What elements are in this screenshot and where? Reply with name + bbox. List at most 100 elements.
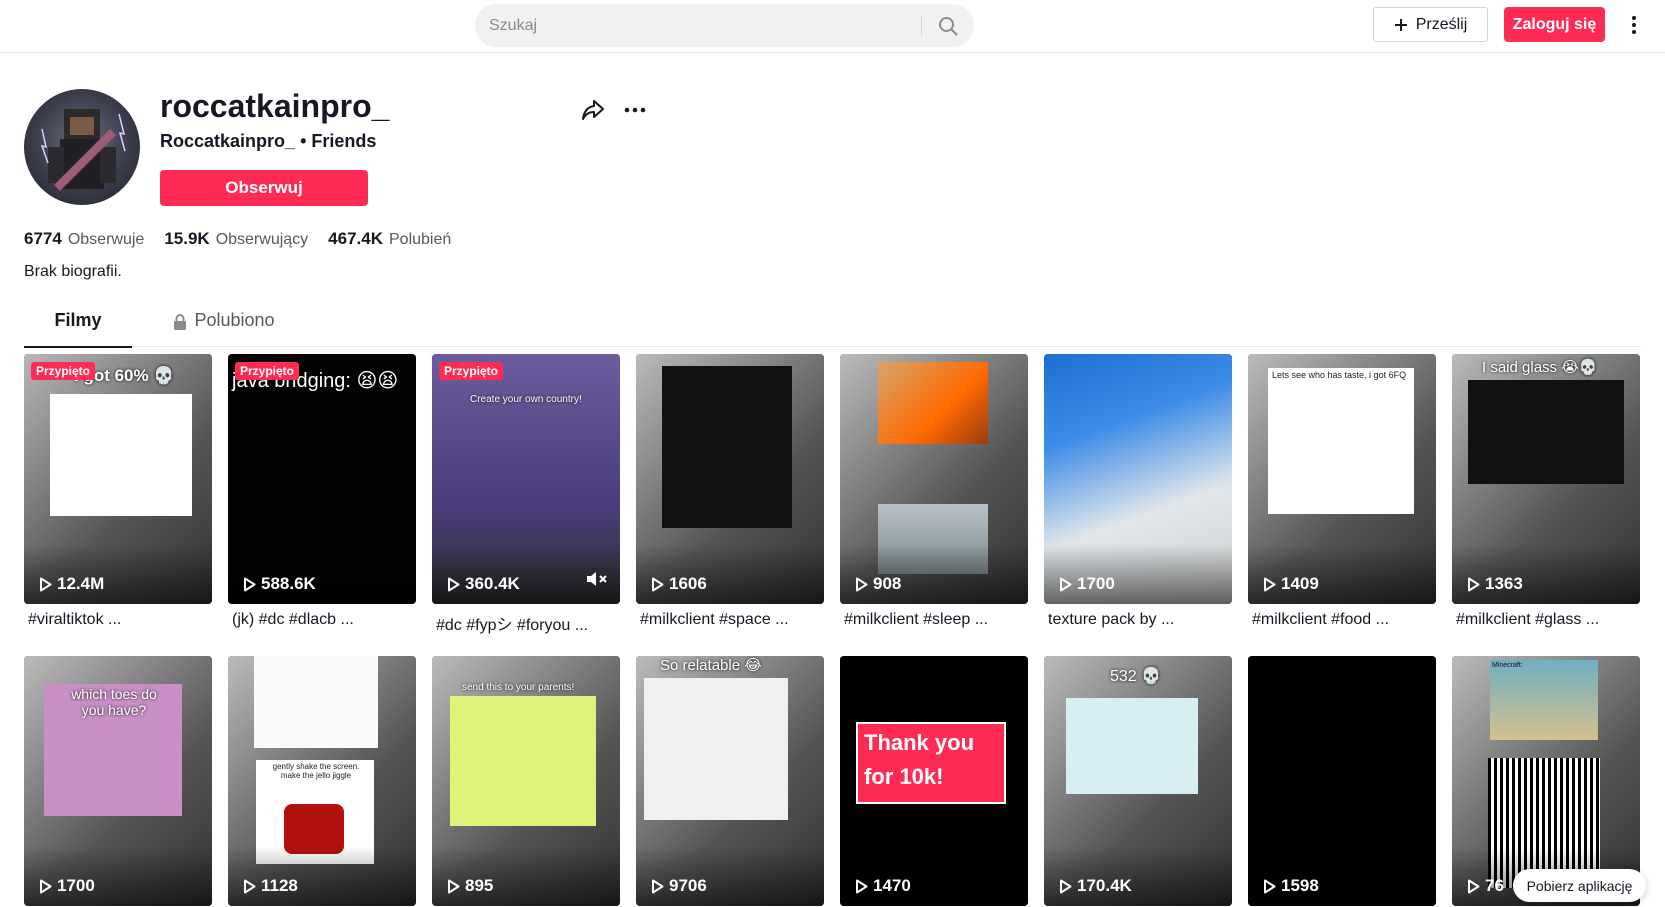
play-icon	[1264, 879, 1276, 893]
video-thumbnail[interactable]: I got 60% 💀 Przypięto 12.4M	[24, 354, 212, 604]
video-overlay-text: Lets see who has taste, i got 6FQ	[1272, 370, 1407, 380]
video-thumbnail[interactable]: java bridging: 😫😫 Przypięto 588.6K	[228, 354, 416, 604]
view-count-value: 1606	[669, 574, 707, 593]
view-count-value: 12.4M	[57, 574, 105, 593]
view-count: 12.4M	[39, 574, 104, 594]
pinned-badge: Przypięto	[235, 362, 300, 380]
download-app-label: Pobierz aplikację	[1526, 877, 1633, 894]
view-count-value: 908	[873, 574, 902, 593]
view-count-value: 588.6K	[261, 574, 316, 593]
play-icon	[1264, 577, 1276, 591]
video-caption[interactable]: #milkclient #space ...	[640, 611, 824, 629]
profile-bio: Brak biografii.	[24, 263, 122, 280]
play-icon	[244, 879, 256, 893]
share-button[interactable]	[580, 97, 606, 123]
view-count-value: 9706	[669, 876, 707, 895]
followers-stat[interactable]: 15.9K Obserwujący	[164, 229, 308, 249]
vertical-dots-icon	[1632, 16, 1636, 34]
view-count-value: 170.4K	[1077, 876, 1132, 895]
video-caption[interactable]: #viraltiktok ...	[28, 611, 212, 629]
video-thumbnail[interactable]: So relatable 😂 9706	[636, 656, 824, 906]
view-count-value: 1363	[1485, 574, 1523, 593]
view-count-value: 1700	[57, 876, 95, 895]
search-input[interactable]	[489, 4, 919, 47]
video-caption[interactable]: #dc #fypシ #foryou ...	[436, 611, 620, 635]
upload-button[interactable]: Prześlij	[1373, 7, 1488, 42]
following-count: 6774	[24, 229, 62, 248]
play-icon	[40, 577, 52, 591]
view-count: 1363	[1467, 574, 1523, 594]
view-count: 588.6K	[243, 574, 316, 594]
video-overlay-text: So relatable 😂	[660, 657, 762, 674]
search-bar	[475, 4, 974, 47]
play-icon	[448, 577, 460, 591]
video-overlay-text: gently shake the screen. make the jello …	[272, 762, 360, 780]
search-button[interactable]	[922, 4, 974, 47]
play-icon	[652, 577, 664, 591]
view-count-value: 360.4K	[465, 574, 520, 593]
view-count-value: 76	[1485, 876, 1504, 895]
video-overlay-text: Minecraft:	[1492, 662, 1523, 669]
upload-label: Prześlij	[1415, 15, 1468, 33]
video-overlay-text: 532 💀	[1110, 668, 1162, 685]
view-count-value: 1128	[261, 876, 298, 895]
profile-stats: 6774 Obserwuje 15.9K Obserwujący 467.4K Pol…	[24, 229, 451, 249]
view-count-value: 1409	[1281, 574, 1319, 593]
search-icon	[939, 16, 958, 35]
video-caption[interactable]: #milkclient #food ...	[1252, 611, 1436, 629]
play-icon	[1060, 879, 1072, 893]
view-count: 1606	[651, 574, 707, 594]
login-button[interactable]: Zaloguj się	[1504, 7, 1605, 42]
video-thumbnail[interactable]: I said glass 😭💀 1363	[1452, 354, 1640, 604]
likes-stat: 467.4K Polubień	[328, 229, 451, 249]
video-caption[interactable]: texture pack by ...	[1048, 611, 1232, 629]
play-icon	[1468, 879, 1480, 893]
following-label: Obserwuje	[67, 231, 145, 248]
profile-nickname: Roccatkainpro_	[160, 131, 296, 151]
login-label: Zaloguj się	[1512, 15, 1597, 33]
video-thumbnail[interactable]: 1606	[636, 354, 824, 604]
view-count-value: 1700	[1077, 574, 1115, 593]
video-overlay-text: I said glass 😭💀	[1482, 359, 1598, 376]
video-overlay-text: Thank you for 10k!	[864, 730, 975, 789]
likes-count: 467.4K	[328, 229, 383, 248]
download-app-button[interactable]: Pobierz aplikację	[1513, 869, 1646, 902]
video-thumbnail[interactable]: 1598	[1248, 656, 1436, 906]
view-count: 76	[1467, 876, 1504, 896]
video-caption[interactable]: (jk) #dc #dlacb ...	[232, 611, 416, 629]
video-thumbnail[interactable]: which toes do you have? 1700	[24, 656, 212, 906]
play-icon	[1060, 577, 1072, 591]
video-thumbnail[interactable]: send this to your parents! 895	[432, 656, 620, 906]
play-icon	[652, 879, 664, 893]
view-count: 1470	[855, 876, 911, 896]
plus-icon	[1394, 18, 1407, 31]
followers-count: 15.9K	[164, 229, 210, 248]
tab-liked-label: Polubiono	[194, 310, 275, 330]
pinned-badge: Przypięto	[31, 362, 96, 380]
video-thumbnail[interactable]: Thank you for 10k! 1470	[840, 656, 1028, 906]
profile-more-button[interactable]	[622, 97, 648, 123]
avatar	[24, 89, 140, 205]
play-icon	[40, 879, 52, 893]
video-caption[interactable]: #milkclient #sleep ...	[844, 611, 1028, 629]
tab-active-indicator	[24, 346, 132, 348]
tab-videos[interactable]: Filmy	[24, 310, 132, 348]
video-thumbnail[interactable]: gently shake the screen. make the jello …	[228, 656, 416, 906]
friends-label: • Friends	[300, 131, 377, 151]
video-thumbnail[interactable]: Lets see who has taste, i got 6FQ 1409	[1248, 354, 1436, 604]
video-thumbnail[interactable]: 1700	[1044, 354, 1232, 604]
video-thumbnail[interactable]: 908	[840, 354, 1028, 604]
view-count: 170.4K	[1059, 876, 1132, 896]
more-options-button[interactable]	[1624, 10, 1644, 40]
video-thumbnail[interactable]: 532 💀 170.4K	[1044, 656, 1232, 906]
follow-button[interactable]: Obserwuj	[160, 170, 368, 206]
video-caption[interactable]: #milkclient #glass ...	[1456, 611, 1640, 629]
tab-liked[interactable]: Polubiono	[164, 310, 284, 347]
video-overlay-text: Create your own country!	[470, 394, 582, 405]
video-thumbnail[interactable]: Create your own country! Przypięto 360.4…	[432, 354, 620, 604]
muted-icon[interactable]	[586, 571, 608, 592]
following-stat[interactable]: 6774 Obserwuje	[24, 229, 144, 249]
view-count: 1598	[1263, 876, 1319, 896]
view-count-value: 895	[465, 876, 494, 895]
horizontal-dots-icon	[624, 107, 646, 113]
